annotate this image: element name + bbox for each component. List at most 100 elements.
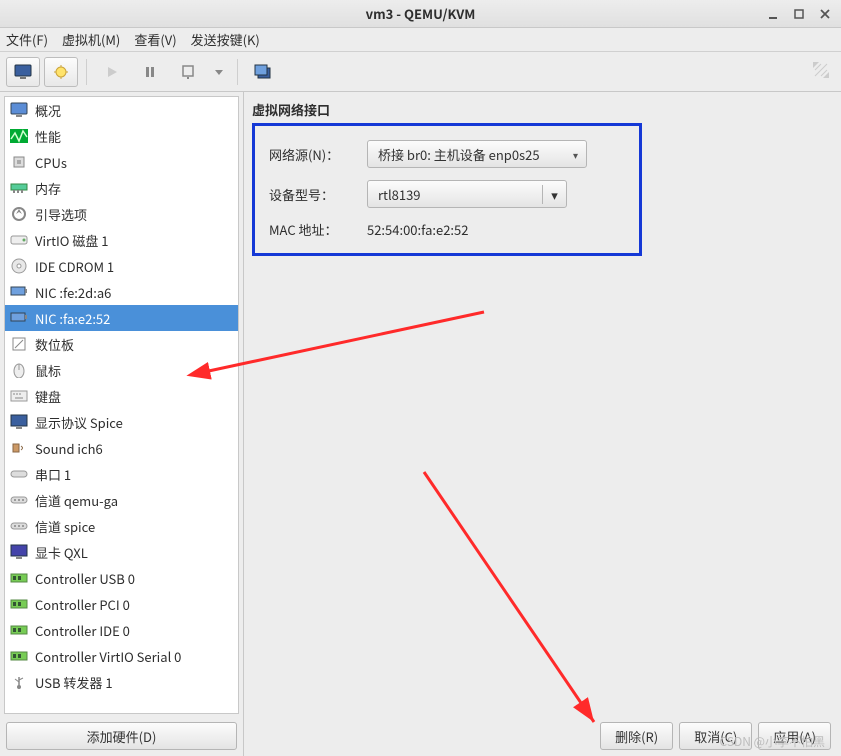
tablet-icon [9,335,29,353]
console-button[interactable] [6,57,40,87]
cpu-icon [9,153,29,171]
sidebar-item-0[interactable]: 概况 [5,97,238,123]
controller-icon [9,647,29,665]
sidebar-item-4[interactable]: 引导选项 [5,201,238,227]
shutdown-menu-button[interactable] [209,57,229,87]
details-button[interactable] [44,57,78,87]
main-panel: 虚拟网络接口 网络源(N)： 桥接 br0: 主机设备 enp0s25 设备型号… [244,92,841,756]
sidebar-item-label: NIC :fe:2d:a6 [35,283,111,302]
sidebar: 概况性能 CPUs 内存引导选项 VirtIO 磁盘 1 IDE CDROM 1 NIC … [0,92,244,756]
sidebar-item-label: NIC :fa:e2:52 [35,309,110,328]
sidebar-item-3[interactable]: 内存 [5,175,238,201]
maximize-button[interactable] [789,4,809,24]
menu-file[interactable]: 文件(F) [6,30,48,49]
window-title: vm3 - QEMU/KVM [366,4,476,23]
sidebar-item-7[interactable]: NIC :fe:2d:a6 [5,279,238,305]
mac-value: 52:54:00:fa:e2:52 [367,220,468,239]
apply-button[interactable]: 应用(A) [758,722,831,750]
add-hardware-button[interactable]: 添加硬件(D) [6,722,237,750]
sidebar-item-label: Controller PCI 0 [35,595,130,614]
device-model-value: rtl8139 [368,185,542,204]
nic-icon [9,309,29,327]
sidebar-item-label: Controller IDE 0 [35,621,130,640]
pause-button[interactable] [133,57,167,87]
menu-sendkey[interactable]: 发送按键(K) [191,30,260,49]
serial-icon [9,465,29,483]
mouse-icon [9,361,29,379]
sidebar-item-19[interactable]: Controller PCI 0 [5,591,238,617]
sidebar-item-label: 显卡 QXL [35,543,88,562]
sidebar-item-label: 显示协议 Spice [35,413,123,432]
minimize-button[interactable] [763,4,783,24]
sidebar-item-label: Controller VirtIO Serial 0 [35,647,181,666]
run-button[interactable] [95,57,129,87]
memory-icon [9,179,29,197]
sidebar-item-20[interactable]: Controller IDE 0 [5,617,238,643]
sidebar-item-11[interactable]: 键盘 [5,383,238,409]
sidebar-item-label: 信道 spice [35,517,95,536]
cdrom-icon [9,257,29,275]
monitor-icon [9,101,29,119]
boot-icon [9,205,29,223]
sidebar-item-14[interactable]: 串口 1 [5,461,238,487]
action-bar: 删除(R) 取消(C) 应用(A) [600,722,831,750]
sidebar-item-13[interactable]: Sound ich6 [5,435,238,461]
delete-button[interactable]: 删除(R) [600,722,673,750]
sidebar-item-18[interactable]: Controller USB 0 [5,565,238,591]
sidebar-item-label: IDE CDROM 1 [35,257,114,276]
sidebar-item-label: 键盘 [35,387,61,406]
netsource-label: 网络源(N)： [269,145,359,164]
sidebar-item-22[interactable]: USB 转发器 1 [5,669,238,695]
nic-icon [9,283,29,301]
netsource-value: 桥接 br0: 主机设备 enp0s25 [378,145,540,164]
sidebar-item-5[interactable]: VirtIO 磁盘 1 [5,227,238,253]
sidebar-item-label: Sound ich6 [35,439,103,458]
sidebar-item-8[interactable]: NIC :fa:e2:52 [5,305,238,331]
cancel-button[interactable]: 取消(C) [679,722,752,750]
channel-icon [9,491,29,509]
sidebar-item-9[interactable]: 数位板 [5,331,238,357]
controller-icon [9,621,29,639]
channel-icon [9,517,29,535]
mac-label: MAC 地址： [269,220,359,239]
fullscreen-button[interactable] [246,57,280,87]
sidebar-item-label: 串口 1 [35,465,71,484]
sidebar-item-2[interactable]: CPUs [5,149,238,175]
sidebar-item-21[interactable]: Controller VirtIO Serial 0 [5,643,238,669]
sidebar-item-label: USB 转发器 1 [35,673,113,692]
display-icon [9,413,29,431]
menu-view[interactable]: 查看(V) [134,30,176,49]
network-interface-box: 网络源(N)： 桥接 br0: 主机设备 enp0s25 设备型号： rtl81… [252,123,642,256]
toolbar [0,52,841,92]
sidebar-item-label: 性能 [35,127,61,146]
annotation-arrow-2 [414,462,674,742]
sidebar-item-label: 内存 [35,179,61,198]
panel-title: 虚拟网络接口 [252,100,829,119]
sidebar-item-6[interactable]: IDE CDROM 1 [5,253,238,279]
sidebar-item-label: 引导选项 [35,205,87,224]
controller-icon [9,569,29,587]
sidebar-item-12[interactable]: 显示协议 Spice [5,409,238,435]
sidebar-item-label: 信道 qemu-ga [35,491,118,510]
menu-vm[interactable]: 虚拟机(M) [62,30,120,49]
netsource-combo[interactable]: 桥接 br0: 主机设备 enp0s25 [367,140,587,168]
resize-grip-icon [811,60,831,80]
sidebar-item-1[interactable]: 性能 [5,123,238,149]
shutdown-button[interactable] [171,57,205,87]
sound-icon [9,439,29,457]
titlebar: vm3 - QEMU/KVM [0,0,841,28]
disk-icon [9,231,29,249]
controller-icon [9,595,29,613]
video-icon [9,543,29,561]
close-button[interactable] [815,4,835,24]
hardware-list[interactable]: 概况性能 CPUs 内存引导选项 VirtIO 磁盘 1 IDE CDROM 1 NIC … [4,96,239,714]
sidebar-item-10[interactable]: 鼠标 [5,357,238,383]
sidebar-item-label: 概况 [35,101,61,120]
device-model-combo[interactable]: rtl8139 ▾ [367,180,567,208]
sidebar-item-17[interactable]: 显卡 QXL [5,539,238,565]
sidebar-item-15[interactable]: 信道 qemu-ga [5,487,238,513]
sidebar-item-label: Controller USB 0 [35,569,135,588]
sidebar-item-label: 鼠标 [35,361,61,380]
keyboard-icon [9,387,29,405]
sidebar-item-16[interactable]: 信道 spice [5,513,238,539]
